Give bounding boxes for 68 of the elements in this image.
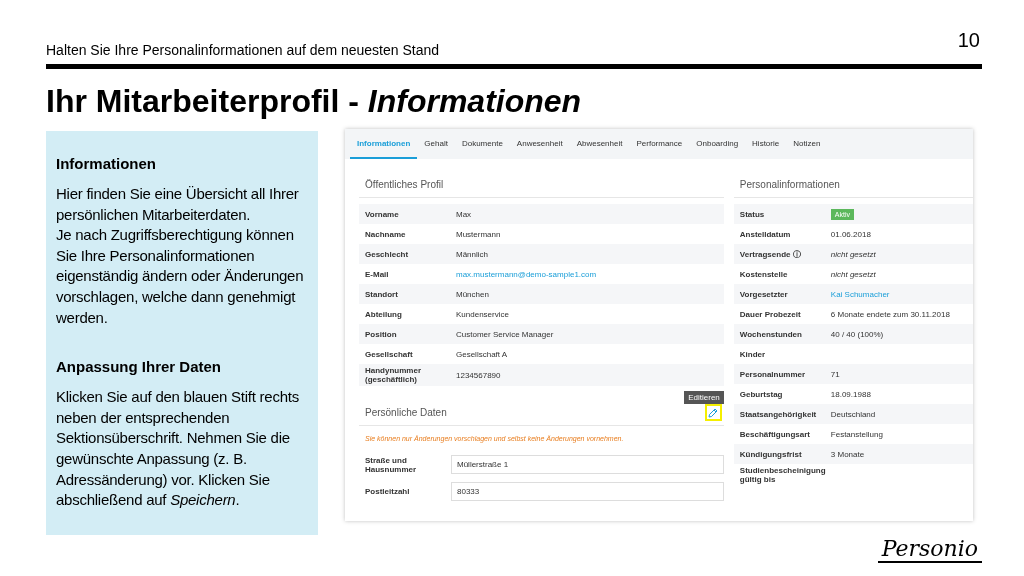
field-label: Vorgesetzter [739,289,789,299]
field-value: 3 Monate [830,449,865,459]
tab[interactable]: Dokumente [454,129,510,159]
field-value: 71 [830,369,840,379]
field-value: Festanstellung [830,429,883,439]
field-label: Kostenstelle [739,269,789,279]
logo: Personio [877,537,982,563]
field-value: Männlich [456,249,488,259]
field-label: Kinder [739,349,767,359]
panel-paragraph: Je nach Zugriffsberechtigung können Sie Ihre Personalinformationen eigenständig ändern oder Änderungen vorschlagen, welche dann genehmigt werden. [56,225,305,328]
field-value: Deutschland [830,409,876,419]
input-field[interactable]: Müllerstraße 1 [451,455,724,474]
tab[interactable]: Onboarding [689,129,746,159]
panel-heading: Informationen [56,155,157,172]
field-label: Position [365,329,398,339]
field-label: Anstelldatum [739,229,792,239]
tab[interactable]: Abwesenheit [569,129,630,159]
field-value: Max [456,209,472,219]
field-label: Abteilung [365,309,403,319]
field-label: Beschäftigungsart [739,429,812,439]
field-value: 40 / 40 (100%) [830,329,884,339]
field-label: Straße und Hausnummer [365,455,418,474]
field-label: Geschlecht [365,249,410,259]
input-field[interactable]: 80333 [451,482,724,501]
field-label: Studienbescheinigung gültig bis [739,466,827,484]
pencil-icon [708,407,719,418]
field-label: Geburtstag [739,389,784,399]
field-value: 01.06.2018 [830,229,871,239]
page-number: 10 [957,29,980,53]
section-title: Persönliche Daten [365,407,447,418]
slide-title: Ihr Mitarbeiterprofil - Informationen [46,83,583,119]
tab[interactable]: Anwesenheit [509,129,570,159]
field-value: 6 Monate endete zum 30.11.2018 [830,309,950,319]
field-label: Vorname [365,209,400,219]
field-value: nicht gesetzt [830,249,876,259]
field-label: Personalnummer [739,369,807,379]
field-label: Postleitzahl [365,487,411,496]
field-label: Wochenstunden [739,329,803,339]
panel-heading: Anpassung Ihrer Daten [56,358,223,376]
tab[interactable]: Gehalt [417,129,455,159]
field-value: 1234567890 [456,370,501,380]
field-value: Gesellschaft A [456,349,508,359]
tooltip: Editieren [684,391,724,404]
tab[interactable]: Notizen [786,129,828,159]
field-value: Kundenservice [456,309,509,319]
panel-paragraph: Hier finden Sie eine Übersicht all Ihrer persönlichen Mitarbeiterdaten. [56,184,300,225]
tab[interactable]: Performance [629,129,690,159]
field-label: Gesellschaft [365,349,414,359]
field-value: München [456,289,489,299]
field-label: Vertragsende ⓘ [739,248,802,260]
field-label: Kündigungsfrist [739,449,803,459]
field-label: E-Mail [365,269,390,279]
section-title: Personalinformationen [733,159,973,198]
field-value: Mustermann [456,229,501,239]
panel-paragraph: Klicken Sie auf den blauen Stift rechts neben der entsprechenden Sektionsüberschrift. Nehmen Sie die gewünschte Anpassung (z. B. Adressänderung) vor. Klicken Sie abschließend auf Speichern. [56,387,300,511]
field-label: Status [739,209,766,219]
field-label: Dauer Probezeit [739,309,802,319]
field-value: nicht gesetzt [830,269,876,279]
edit-button[interactable] [704,404,722,421]
slide-subtitle: Halten Sie Ihre Personalinformationen auf dem neuesten Stand [46,42,440,60]
field-label: Handynummer (geschäftlich) [365,366,422,384]
field-label: Staatsangehörigkeit [739,409,818,419]
section-title: Öffentliches Profil [359,159,724,198]
field-value: Customer Service Manager [456,329,554,339]
field-label: Nachname [365,229,407,239]
field-value: 18.09.1988 [830,389,871,399]
field-label: Standort [365,289,399,299]
tab[interactable]: Historie [745,129,787,159]
